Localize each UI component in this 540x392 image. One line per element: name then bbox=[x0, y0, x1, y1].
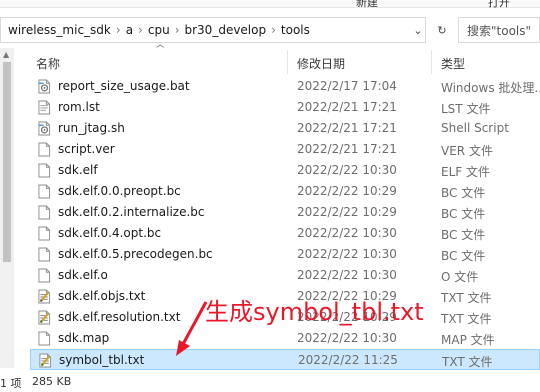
status-selection-size: 285 KB bbox=[32, 375, 72, 388]
file-row[interactable]: sdk.elf.0.4.opt.bc 2022/2/22 10:30 BC 文件 bbox=[30, 223, 540, 244]
ribbon-strip: 新建 打开 bbox=[0, 0, 540, 10]
notepad-file-icon bbox=[39, 353, 52, 368]
file-row[interactable]: sdk.elf 2022/2/22 10:30 ELF 文件 bbox=[30, 160, 540, 181]
file-modified-date: 2022/2/22 10:29 bbox=[297, 205, 397, 219]
file-type: LST 文件 bbox=[441, 102, 491, 116]
file-name: run_jtag.sh bbox=[58, 121, 125, 135]
nav-scrollbar[interactable]: ▲ bbox=[0, 48, 14, 368]
file-name: sdk.elf.resolution.txt bbox=[58, 310, 181, 324]
file-modified-date: 2022/2/17 17:04 bbox=[297, 79, 397, 93]
file-type: TXT 文件 bbox=[441, 312, 492, 326]
file-type: BC 文件 bbox=[441, 228, 486, 242]
breadcrumb-item[interactable]: a bbox=[123, 23, 136, 37]
breadcrumb-item[interactable]: wireless_mic_sdk bbox=[5, 23, 114, 37]
file-type: MAP 文件 bbox=[441, 333, 495, 347]
file-modified-date: 2022/2/21 17:21 bbox=[297, 142, 397, 156]
status-item-count: 1 项 bbox=[0, 377, 22, 390]
file-type: Shell Script bbox=[441, 121, 509, 135]
column-header-date[interactable]: 修改日期 bbox=[297, 55, 345, 72]
blank-file-icon bbox=[38, 226, 51, 241]
file-modified-date: 2022/2/22 10:30 bbox=[297, 226, 397, 240]
text-file-icon bbox=[38, 100, 51, 115]
file-name: script.ver bbox=[58, 142, 115, 156]
file-name: sdk.elf.0.5.precodegen.bc bbox=[58, 247, 213, 261]
file-type: VER 文件 bbox=[441, 144, 493, 158]
notepad-file-icon bbox=[38, 310, 51, 325]
blank-file-icon bbox=[38, 142, 51, 157]
file-name: report_size_usage.bat bbox=[58, 79, 190, 93]
notepad-file-icon bbox=[38, 289, 51, 304]
file-modified-date: 2022/2/22 10:30 bbox=[297, 331, 397, 345]
file-type: TXT 文件 bbox=[442, 355, 493, 369]
file-row[interactable]: report_size_usage.bat 2022/2/17 17:04 Wind… bbox=[30, 76, 540, 97]
blank-file-icon bbox=[38, 205, 51, 220]
breadcrumb-separator-icon[interactable]: › bbox=[114, 23, 123, 37]
ribbon-new-label[interactable]: 新建 bbox=[356, 0, 378, 10]
file-modified-date: 2022/2/22 10:30 bbox=[297, 268, 397, 282]
breadcrumb-separator-icon[interactable]: › bbox=[269, 23, 278, 37]
batch-file-icon bbox=[38, 79, 51, 94]
search-input[interactable]: 搜索"tools" bbox=[458, 17, 540, 43]
file-name: symbol_tbl.txt bbox=[59, 353, 145, 367]
breadcrumb-separator-icon[interactable]: › bbox=[173, 23, 182, 37]
file-row[interactable]: sdk.map 2022/2/22 10:30 MAP 文件 bbox=[30, 328, 540, 349]
navigation-pane: ▲ bbox=[0, 48, 30, 368]
file-type: TXT 文件 bbox=[441, 291, 492, 305]
file-modified-date: 2022/2/22 10:30 bbox=[297, 163, 397, 177]
address-dropdown-icon[interactable]: ⌄ bbox=[408, 17, 428, 43]
address-bar: wireless_mic_sdk › a › cpu › br30_develop › tool… bbox=[0, 14, 540, 48]
breadcrumb[interactable]: wireless_mic_sdk › a › cpu › br30_develop › tool… bbox=[0, 17, 426, 43]
file-modified-date: 2022/2/22 10:30 bbox=[297, 247, 397, 261]
file-modified-date: 2022/2/22 10:29 bbox=[297, 184, 397, 198]
file-type: BC 文件 bbox=[441, 249, 486, 263]
blank-file-icon bbox=[38, 247, 51, 262]
file-name: sdk.elf.0.2.internalize.bc bbox=[58, 205, 205, 219]
ribbon-open-label[interactable]: 打开 bbox=[488, 0, 510, 10]
script-file-icon bbox=[38, 121, 51, 136]
file-type: BC 文件 bbox=[441, 186, 486, 200]
column-header-name[interactable]: 名称 bbox=[36, 55, 60, 72]
file-name: sdk.elf.o bbox=[58, 268, 108, 282]
annotation-text: 生成symbol_tbl.txt bbox=[205, 298, 424, 326]
file-row[interactable]: sdk.elf.0.2.internalize.bc 2022/2/22 10:2… bbox=[30, 202, 540, 223]
file-name: sdk.elf bbox=[58, 163, 98, 177]
file-name: sdk.elf.0.4.opt.bc bbox=[58, 226, 162, 240]
refresh-icon[interactable]: ↻ bbox=[432, 17, 452, 43]
file-modified-date: 2022/2/21 17:21 bbox=[297, 121, 397, 135]
column-header-type[interactable]: 类型 bbox=[441, 55, 465, 72]
file-type: BC 文件 bbox=[441, 207, 486, 221]
column-divider[interactable] bbox=[431, 50, 432, 74]
file-name: sdk.elf.objs.txt bbox=[58, 289, 146, 303]
file-row[interactable]: sdk.elf.o 2022/2/22 10:30 O 文件 bbox=[30, 265, 540, 286]
file-type: ELF 文件 bbox=[441, 165, 490, 179]
file-row-selected[interactable]: symbol_tbl.txt 2022/2/22 11:25 TXT 文件 bbox=[30, 349, 540, 370]
breadcrumb-item[interactable]: cpu bbox=[145, 23, 173, 37]
file-type: Windows 批处理... bbox=[441, 81, 540, 95]
column-divider[interactable] bbox=[287, 50, 288, 74]
breadcrumb-item[interactable]: br30_develop bbox=[182, 23, 270, 37]
scroll-up-icon[interactable]: ▲ bbox=[3, 50, 9, 59]
file-row[interactable]: rom.lst 2022/2/21 17:21 LST 文件 bbox=[30, 97, 540, 118]
file-name: sdk.map bbox=[58, 331, 110, 345]
blank-file-icon bbox=[38, 268, 51, 283]
column-header-row: 名称 修改日期 类型 bbox=[30, 50, 540, 74]
file-row[interactable]: sdk.elf.0.5.precodegen.bc 2022/2/22 10:30… bbox=[30, 244, 540, 265]
nav-scroll-thumb[interactable] bbox=[3, 62, 11, 262]
breadcrumb-separator-icon[interactable]: › bbox=[136, 23, 145, 37]
status-bar: 1 项 285 KB bbox=[0, 372, 540, 392]
blank-file-icon bbox=[38, 184, 51, 199]
breadcrumb-item[interactable]: tools bbox=[278, 23, 313, 37]
file-row[interactable]: script.ver 2022/2/21 17:21 VER 文件 bbox=[30, 139, 540, 160]
blank-file-icon bbox=[38, 163, 51, 178]
file-name: rom.lst bbox=[58, 100, 100, 114]
file-row[interactable]: sdk.elf.0.0.preopt.bc 2022/2/22 10:29 BC 文… bbox=[30, 181, 540, 202]
blank-file-icon bbox=[38, 331, 51, 346]
file-modified-date: 2022/2/21 17:21 bbox=[297, 100, 397, 114]
file-modified-date: 2022/2/22 11:25 bbox=[298, 353, 398, 367]
file-row[interactable]: run_jtag.sh 2022/2/21 17:21 Shell Script bbox=[30, 118, 540, 139]
file-type: O 文件 bbox=[441, 270, 479, 284]
file-name: sdk.elf.0.0.preopt.bc bbox=[58, 184, 181, 198]
